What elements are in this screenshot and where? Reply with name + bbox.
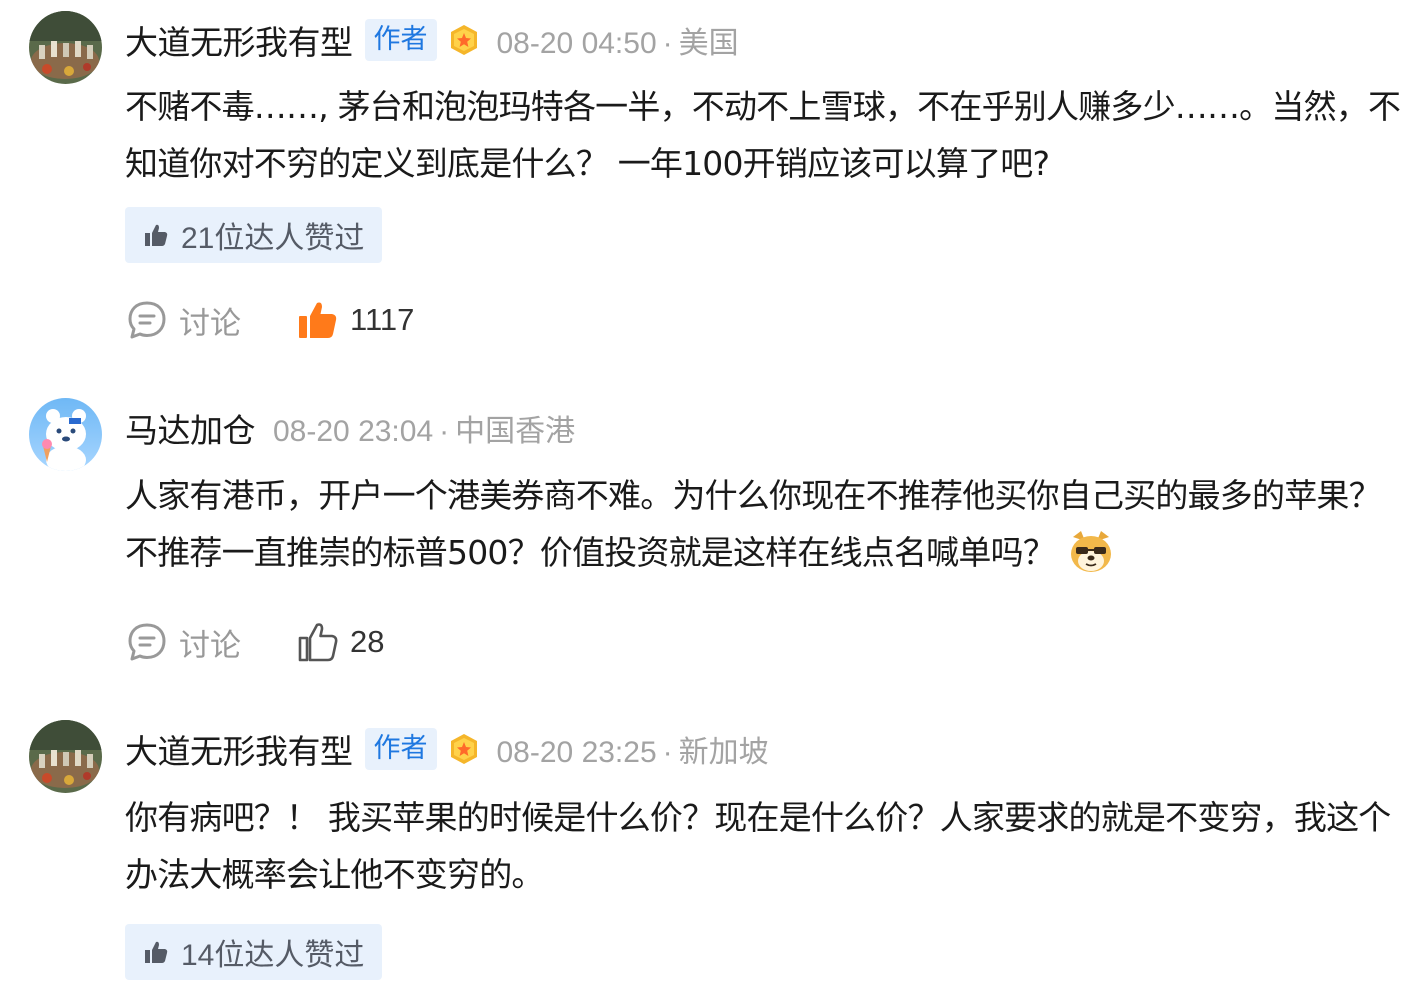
comment-meta: 08-20 04:50 · 美国 xyxy=(497,18,739,62)
like-button[interactable]: 1117 xyxy=(296,298,414,342)
doge-emoji-icon xyxy=(1067,527,1115,575)
comment-header: 马达加仓 08-20 23:04 · 中国香港 xyxy=(125,403,575,453)
avatar[interactable] xyxy=(29,11,102,84)
avatar[interactable] xyxy=(29,720,102,793)
comment-text: 人家有港币，开户一个港美券商不难。为什么你现在不推荐他买你自己买的最多的苹果？不… xyxy=(125,467,1405,581)
meta-separator: · xyxy=(662,736,673,769)
thumbs-up-icon xyxy=(145,224,168,246)
comment-location: 中国香港 xyxy=(455,415,576,448)
comment-actions: 讨论 28 xyxy=(125,617,384,667)
comment-meta: 08-20 23:04 · 中国香港 xyxy=(273,406,575,450)
comment-time: 08-20 23:25 xyxy=(496,736,657,769)
medal-icon xyxy=(447,23,481,57)
medal-icon xyxy=(447,732,481,766)
meta-separator: · xyxy=(662,27,673,60)
comment-text: 不赌不毒……, 茅台和泡泡玛特各一半，不动不上雪球，不在乎别人赚多少……。当然，… xyxy=(125,87,1401,183)
comment-location: 美国 xyxy=(678,27,739,60)
username[interactable]: 大道无形我有型 xyxy=(125,16,353,64)
thumbs-up-icon xyxy=(145,941,168,963)
avatar[interactable] xyxy=(29,398,102,471)
username[interactable]: 马达加仓 xyxy=(125,404,256,452)
author-badge: 作者 xyxy=(364,728,437,770)
username[interactable]: 大道无形我有型 xyxy=(125,725,353,773)
author-badge: 作者 xyxy=(364,19,437,61)
comment-text: 你有病吧？！ 我买苹果的时候是什么价？现在是什么价？人家要求的就是不变穷，我这个… xyxy=(125,798,1391,894)
speech-bubble-icon xyxy=(128,301,166,339)
meta-separator: · xyxy=(439,415,450,448)
speech-bubble-icon xyxy=(128,623,166,661)
discuss-button[interactable]: 讨论 xyxy=(125,298,241,343)
comment-header: 大道无形我有型 作者 08-20 04:50 · 美国 xyxy=(125,15,739,65)
expert-likes-label: 14位达人赞过 xyxy=(181,939,365,972)
expert-likes-pill[interactable]: 21位达人赞过 xyxy=(125,207,383,263)
discuss-label: 讨论 xyxy=(179,627,241,664)
expert-likes-pill[interactable]: 14位达人赞过 xyxy=(125,924,383,980)
comment-time: 08-20 04:50 xyxy=(496,27,657,60)
comment-time: 08-20 23:04 xyxy=(273,415,434,448)
like-count: 28 xyxy=(350,624,385,659)
discuss-label: 讨论 xyxy=(179,305,241,342)
discuss-button[interactable]: 讨论 xyxy=(125,620,241,665)
comment-location: 新加坡 xyxy=(678,736,769,769)
comment-header: 大道无形我有型 作者 08-20 23:25 · 新加坡 xyxy=(125,724,769,774)
like-button[interactable]: 28 xyxy=(296,620,384,664)
thumbs-up-icon xyxy=(299,302,337,338)
thumbs-up-icon xyxy=(298,623,338,662)
like-count: 1117 xyxy=(350,302,415,337)
comment-text-content: 人家有港币，开户一个港美券商不难。为什么你现在不推荐他买你自己买的最多的苹果？不… xyxy=(125,476,1382,572)
expert-likes-label: 21位达人赞过 xyxy=(181,222,365,255)
comment-meta: 08-20 23:25 · 新加坡 xyxy=(497,727,769,771)
comment-actions: 讨论 1117 xyxy=(125,295,414,345)
